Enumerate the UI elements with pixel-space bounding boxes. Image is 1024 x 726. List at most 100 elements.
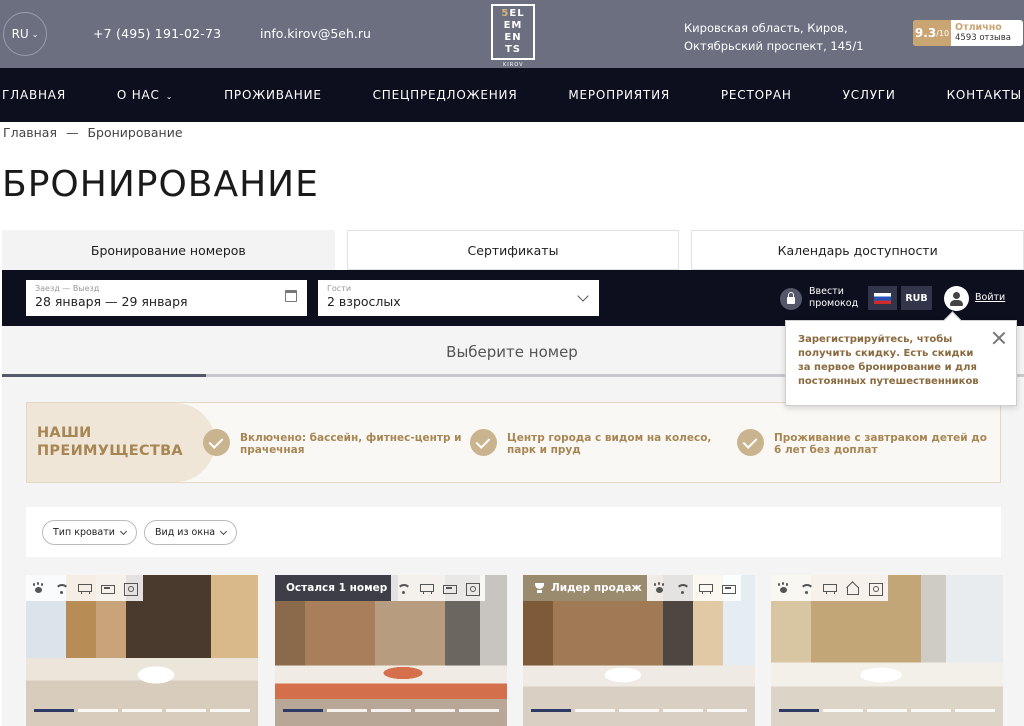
advantages-heading-line2: ПРЕИМУЩЕСТВА xyxy=(37,443,183,459)
advantage-item: Включено: бассейн, фитнес-центр и прачеч… xyxy=(203,429,463,456)
safe-icon xyxy=(869,582,883,596)
amenity-bar xyxy=(647,575,741,601)
dates-value: 28 января — 29 января xyxy=(35,294,188,309)
login-link[interactable]: Войти xyxy=(975,292,1005,303)
currency-selector[interactable]: RUB xyxy=(901,286,932,310)
advantage-text: Проживание с завтраком детей до 6 лет бе… xyxy=(774,432,987,456)
booking-tabs: Бронирование номеров Сертификаты Календа… xyxy=(2,230,1024,270)
photo-slider-dots[interactable] xyxy=(34,709,250,712)
photo-slider-dots[interactable] xyxy=(531,709,747,712)
booking-bar: Заезд — Выезд 28 января — 29 января Гост… xyxy=(2,270,1024,326)
wifi-icon xyxy=(800,583,814,594)
check-icon xyxy=(470,429,497,456)
close-icon[interactable] xyxy=(992,331,1006,345)
nav-item-accommodation[interactable]: Проживание xyxy=(224,88,322,102)
wifi-icon xyxy=(55,583,69,594)
room-card[interactable]: Остался 1 номер xyxy=(275,575,507,726)
badge-label: Остался 1 номер xyxy=(286,582,388,594)
promo-line1: Ввести xyxy=(809,286,844,297)
bed-type-filter[interactable]: Тип кровати xyxy=(42,520,137,545)
window-view-filter-label: Вид из окна xyxy=(155,527,216,538)
bed-icon xyxy=(101,583,115,594)
tab-room-booking[interactable]: Бронирование номеров xyxy=(2,230,335,270)
promo-line2: промокод xyxy=(809,298,859,309)
bestseller-badge: Лидер продаж xyxy=(523,575,653,601)
bed-type-filter-label: Тип кровати xyxy=(53,527,115,538)
lock-icon[interactable] xyxy=(780,288,802,310)
advantage-text: Включено: бассейн, фитнес-центр и прачеч… xyxy=(240,432,462,456)
hotel-logo[interactable]: 5EL EM EN TS xyxy=(491,4,535,60)
photo-slider-dots[interactable] xyxy=(779,709,995,712)
breadcrumb-home[interactable]: Главная xyxy=(3,125,57,140)
logo-line1: EL xyxy=(509,8,525,19)
advantage-item: Проживание с завтраком детей до 6 лет бе… xyxy=(737,429,997,456)
chevron-down-icon xyxy=(119,527,127,535)
rating-label: Отлично xyxy=(955,22,1002,33)
tooltip-message: Зарегистрируйтесь, чтобы получить скидку… xyxy=(798,334,979,387)
advantages-panel: НАШИ ПРЕИМУЩЕСТВА Включено: бассейн, фит… xyxy=(26,402,1001,483)
russia-flag-icon[interactable] xyxy=(868,286,897,310)
rating-scale: /10 xyxy=(936,28,950,38)
logo-line3: EN xyxy=(504,32,522,43)
nav-item-events[interactable]: Мероприятия xyxy=(568,88,670,102)
nav-item-services[interactable]: Услуги xyxy=(843,88,896,102)
room-filters: Тип кровати Вид из окна xyxy=(26,507,1001,557)
safe-icon xyxy=(466,582,480,596)
main-nav: Главная О нас ⌄ Проживание Спецпредложени… xyxy=(0,68,1024,122)
discount-tooltip: Зарегистрируйтесь, чтобы получить скидку… xyxy=(785,320,1017,406)
breadcrumb-current: Бронирование xyxy=(87,125,183,140)
rating-reviews: 4593 отзыва xyxy=(955,33,1011,43)
user-icon[interactable] xyxy=(944,286,969,311)
ac-icon xyxy=(420,583,434,594)
guests-field[interactable]: Гости 2 взрослых xyxy=(318,280,599,316)
window-view-filter[interactable]: Вид из окна xyxy=(144,520,238,545)
advantages-heading-line1: НАШИ xyxy=(37,425,92,441)
address-line2: Октябрьский проспект, 145/1 xyxy=(684,39,864,53)
amenity-bar xyxy=(391,575,485,601)
room-card[interactable]: Лидер продаж xyxy=(523,575,755,726)
language-selector[interactable]: RU ⌄ xyxy=(3,12,47,56)
room-card[interactable] xyxy=(26,575,258,726)
hotel-address: Кировская область, Киров, Октябрьский пр… xyxy=(684,19,864,55)
page-title: БРОНИРОВАНИЕ xyxy=(2,164,319,205)
bed-icon xyxy=(722,583,736,594)
room-card[interactable] xyxy=(771,575,1003,726)
rating-score: 9.3/10 xyxy=(913,20,951,46)
tab-availability-calendar[interactable]: Календарь доступности xyxy=(691,230,1024,270)
chevron-down-icon: ⌄ xyxy=(31,29,39,39)
nav-item-contacts[interactable]: Контакты xyxy=(947,88,1022,102)
email-link[interactable]: info.kirov@5eh.ru xyxy=(260,26,371,41)
dates-field[interactable]: Заезд — Выезд 28 января — 29 января xyxy=(26,280,307,316)
advantage-text: Центр города с видом на колесо, парк и п… xyxy=(507,432,712,456)
ac-icon xyxy=(78,583,92,594)
nav-item-home[interactable]: Главная xyxy=(2,88,66,102)
nav-item-about-label: О нас xyxy=(116,88,160,102)
promo-code-link[interactable]: Ввести промокод xyxy=(809,286,864,310)
tab-certificates[interactable]: Сертификаты xyxy=(346,230,680,270)
calendar-icon xyxy=(285,290,297,302)
guests-label: Гости xyxy=(327,284,352,293)
house-icon xyxy=(846,583,859,595)
ac-icon xyxy=(823,583,837,594)
amenity-bar xyxy=(771,575,888,601)
step-progress-fill xyxy=(2,374,207,377)
logo-line4: TS xyxy=(504,44,522,55)
bed-icon xyxy=(443,583,457,594)
phone-link[interactable]: +7 (495) 191-02-73 xyxy=(93,26,221,41)
chevron-down-icon: ⌄ xyxy=(165,92,174,101)
chevron-down-icon xyxy=(220,527,228,535)
nav-item-offers[interactable]: Спецпредложения xyxy=(373,88,518,102)
top-bar: RU ⌄ +7 (495) 191-02-73 info.kirov@5eh.r… xyxy=(0,0,1024,68)
check-icon xyxy=(203,429,230,456)
advantages-heading: НАШИ ПРЕИМУЩЕСТВА xyxy=(27,403,215,482)
logo-line2: EM xyxy=(503,20,523,31)
paw-icon xyxy=(32,582,45,594)
badge-label: Лидер продаж xyxy=(551,582,642,594)
photo-slider-dots[interactable] xyxy=(283,709,499,712)
safe-icon xyxy=(124,582,138,596)
wifi-icon xyxy=(676,583,690,594)
rating-badge[interactable]: 9.3/10 Отлично 4593 отзыва xyxy=(913,20,1023,46)
nav-item-restaurant[interactable]: Ресторан xyxy=(721,88,792,102)
advantage-item: Центр города с видом на колесо, парк и п… xyxy=(470,429,730,456)
nav-item-about[interactable]: О нас ⌄ xyxy=(117,88,173,102)
